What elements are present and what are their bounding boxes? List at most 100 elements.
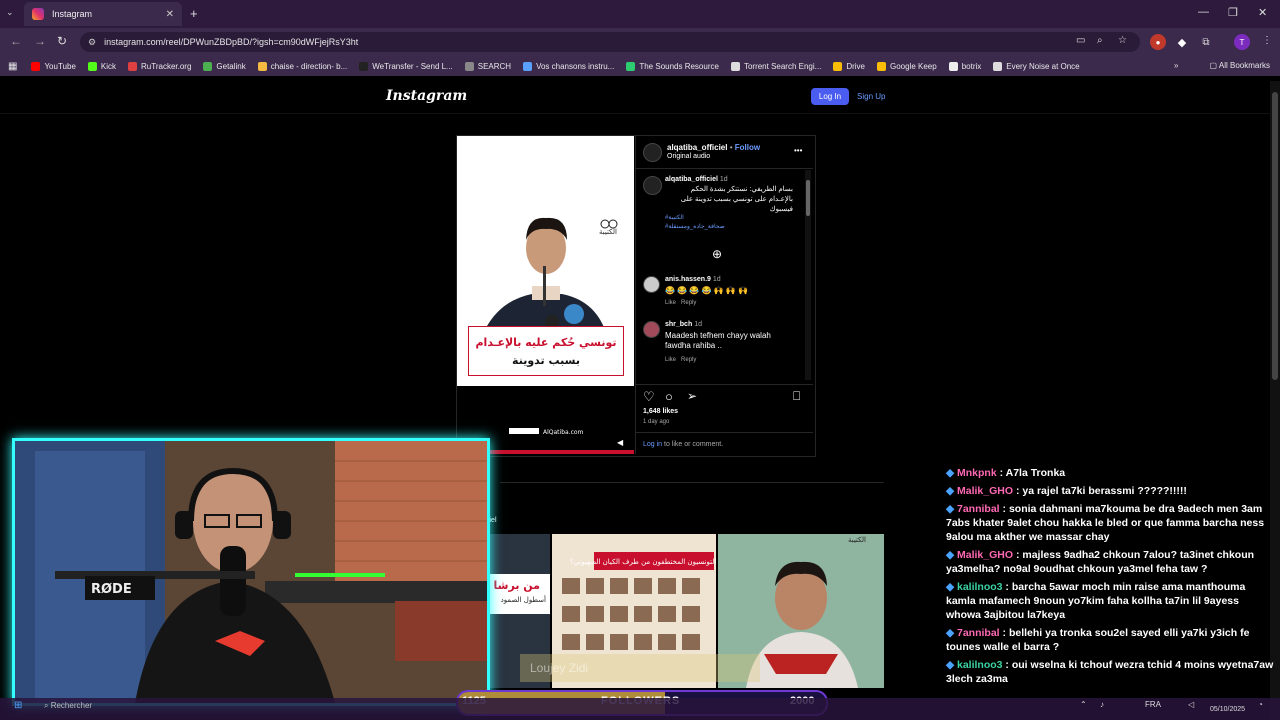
chat-username[interactable]: kalilnoo3 [957,659,1003,671]
apps-grid-icon[interactable]: ▦ [8,61,17,72]
bookmark-item[interactable]: The Sounds Resource [626,61,719,71]
login-prompt-link[interactable]: Log in [643,441,662,448]
reel-frame-illustration: الكتيبة تونسي حُكم عليه بالإعـدام بسبب ت… [457,136,634,450]
bookmark-item[interactable]: Vos chansons instru... [523,61,614,71]
chat-username[interactable]: 7annibal [957,627,1000,639]
bookmark-item[interactable]: Google Keep [877,61,937,71]
profile-avatar[interactable]: T [1234,34,1250,50]
bookmarks-overflow-icon[interactable]: » [1174,61,1178,70]
zoom-icon[interactable]: ⌕ [1097,35,1103,46]
chat-username[interactable]: Malik_GHO [957,485,1013,497]
likes-count[interactable]: 1,648 likes [643,408,678,415]
mute-icon[interactable]: ◀ [617,438,624,447]
adblock-icon[interactable]: ● [1150,34,1166,50]
chat-username[interactable]: Mnkpnk [957,467,997,479]
bookmark-item[interactable]: RuTracker.org [128,61,191,71]
bookmark-item[interactable]: Kick [87,61,116,71]
cast-icon[interactable]: ▭ [1076,35,1085,46]
chat-username[interactable]: kalilnoo3 [957,581,1003,593]
author-avatar[interactable] [643,143,662,162]
like-heart-icon[interactable]: ♡ [643,389,655,405]
comment-reply-link[interactable]: Reply [681,300,696,306]
load-more-comments-icon[interactable]: ⊕ [712,247,722,261]
audio-label[interactable]: Original audio [667,153,710,160]
share-icon[interactable]: ➢ [687,389,697,403]
bookmark-item[interactable]: Every Noise at Once [993,61,1080,71]
bookmark-item[interactable]: botrix [948,61,981,71]
new-tab-button[interactable]: + [190,6,198,21]
back-icon[interactable]: ← [10,34,22,48]
login-button[interactable]: Log In [811,88,849,105]
bookmark-item[interactable]: chaise - direction- b... [257,61,347,71]
caption-avatar[interactable] [643,176,662,195]
chat-separator: : [1002,659,1012,671]
restore-icon[interactable]: ❐ [1228,6,1238,19]
taskbar-search[interactable]: ⌕ Rechercher [44,701,92,711]
bookmark-star-icon[interactable]: ☆ [1118,35,1127,46]
instagram-logo[interactable]: Instagram [386,88,467,104]
scrollbar-thumb[interactable] [1272,92,1278,380]
bookmark-item[interactable]: WeTransfer - Send L... [359,61,453,71]
bookmark-label: SEARCH [477,61,512,71]
notification-bell-icon[interactable]: ◔ [1258,700,1263,709]
caption-username[interactable]: alqatiba_officiel [665,176,718,183]
comment-bubble-icon[interactable]: ○ [665,389,673,404]
bookmark-item[interactable]: SEARCH [464,61,512,71]
more-options-icon[interactable]: ••• [794,146,802,155]
comment-like-link[interactable]: Like [665,357,676,363]
minimize-icon[interactable]: — [1198,6,1209,18]
tray-language[interactable]: FRA [1145,700,1161,709]
panel-divider [636,384,813,385]
bookmark-item[interactable]: YouTube [31,61,76,71]
extensions-puzzle-icon[interactable]: ⧉ [1198,34,1214,50]
save-bookmark-icon[interactable]: ⎕ [793,389,800,404]
windows-taskbar [0,698,1280,720]
chat-username[interactable]: 7annibal [957,503,1000,515]
reload-icon[interactable]: ↻ [57,34,67,48]
bookmark-favicon-icon [833,61,843,71]
bookmark-item[interactable]: Torrent Search Engi... [730,61,821,71]
site-info-icon[interactable]: ⚙ [88,37,96,48]
author-username[interactable]: alqatiba_officiel [667,143,727,152]
address-bar[interactable]: ⚙ instagram.com/reel/DPWunZBDpBD/?igsh=c… [80,32,1140,52]
tray-volume-icon[interactable]: ◁ [1188,700,1194,709]
tray-chevron-icon[interactable]: ⌃ [1080,700,1087,709]
bookmark-item[interactable]: Drive [833,61,865,71]
menu-icon[interactable]: ⋮ [1262,35,1272,46]
close-window-icon[interactable]: ✕ [1258,6,1267,19]
comment-like-link[interactable]: Like [665,300,676,306]
bookmark-item[interactable]: Getalink [203,61,246,71]
tray-mic-icon[interactable]: ♪ [1100,700,1104,709]
reel-video[interactable]: الكتيبة تونسي حُكم عليه بالإعـدام بسبب ت… [457,136,634,450]
qatiba-logo-text: الكتيبة [599,228,617,236]
tab-search-icon[interactable]: ⌄ [6,7,14,18]
chat-text: A7la Tronka [1005,467,1066,479]
hashtag-qatiba[interactable]: #الكتيبة [665,214,684,221]
tab-instagram[interactable]: Instagram ✕ [24,2,182,26]
extension-diamond-icon[interactable]: ◆ [1174,34,1190,50]
chat-message: ◆ kalilnoo3 : oui wselna ki tchouf wezra… [946,658,1276,686]
bookmark-favicon-icon [948,61,958,71]
comment-avatar[interactable] [643,276,660,293]
all-bookmarks[interactable]: ▢ All Bookmarks [1210,61,1270,70]
comment-username[interactable]: anis.hassen.9 [665,276,711,283]
chat-username[interactable]: Malik_GHO [957,549,1013,561]
comment-reply-link[interactable]: Reply [681,357,696,363]
comment-actions: Like Reply [665,300,696,306]
headline-line-2: بسبب تدوينة [512,354,580,367]
comment-time: 1d [694,321,702,328]
login-prompt: Log in to like or comment. [643,441,724,448]
forward-icon[interactable]: → [34,34,46,48]
signup-link[interactable]: Sign Up [857,92,885,101]
tray-date[interactable]: 05/10/2025 [1210,706,1245,713]
url-text[interactable]: instagram.com/reel/DPWunZBDpBD/?igsh=cm9… [104,37,358,47]
comments-scroll-thumb[interactable] [806,180,810,216]
comment-avatar[interactable] [643,321,660,338]
hashtag-journalism[interactable]: #صحافة_جادة_ومستقلة [665,223,725,230]
comment-username[interactable]: shr_bch [665,321,692,328]
caption-time: 1d [719,176,728,183]
windows-start-icon[interactable]: ⊞ [14,700,22,711]
follow-link[interactable]: Follow [735,143,760,152]
tab-close-icon[interactable]: ✕ [166,9,174,20]
bookmark-label: Getalink [216,61,246,71]
